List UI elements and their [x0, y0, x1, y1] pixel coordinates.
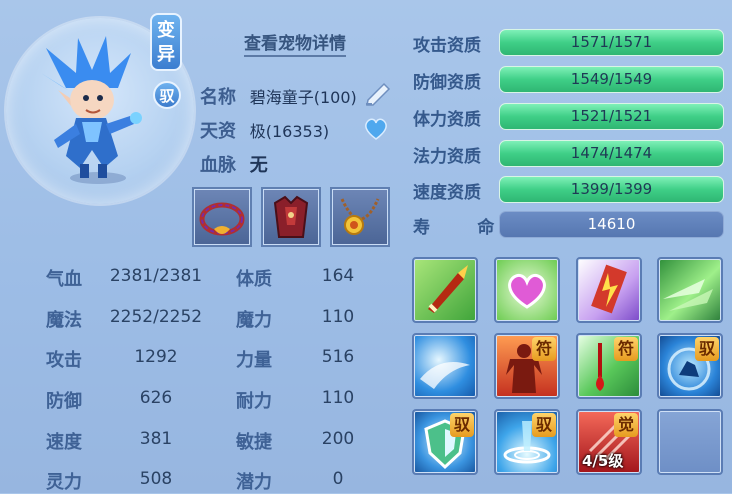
stat-value: 0 — [332, 469, 344, 489]
skill-slot-7[interactable]: 符 — [576, 333, 642, 399]
pet-detail-panel: 变 异 驭 查看宠物详情 名称 碧海童子(100) 天资 极(16353) 血脉… — [0, 0, 732, 493]
talent-label: 天资 — [200, 121, 236, 142]
skill-slot-4[interactable] — [657, 257, 723, 323]
aptitude-bar: 1474/1474 — [499, 140, 724, 167]
stat-value: 1292 — [134, 347, 178, 367]
ride-tag: 驭 — [153, 81, 181, 109]
pet-bloodline-row: 血脉 无 — [200, 151, 268, 177]
stat-value: 2381/2381 — [109, 266, 203, 286]
stat-label: 魔力 — [236, 310, 272, 331]
bloodline-label: 血脉 — [200, 155, 236, 176]
wind-burst-icon — [663, 279, 713, 311]
stat-label: 气血 — [46, 269, 82, 290]
aptitude-label: 法力资质 — [413, 147, 481, 167]
flame-sword-icon — [428, 265, 468, 313]
bloodline-value: 无 — [249, 155, 268, 176]
lifespan-label: 寿 命 — [413, 218, 495, 238]
aptitude-label: 速度资质 — [413, 183, 481, 203]
mutation-char-1: 变 — [157, 20, 175, 41]
armor-icon — [273, 195, 309, 238]
name-label: 名称 — [200, 87, 236, 108]
stat-value: 381 — [139, 429, 173, 449]
skill-slot-2[interactable] — [494, 257, 560, 323]
skill-slot-11[interactable]: 觉 4/5级 — [576, 409, 642, 475]
name-value: 碧海童子(100) — [249, 88, 357, 107]
favorite-heart-icon[interactable] — [363, 117, 389, 145]
stat-label: 攻击 — [46, 350, 82, 371]
stat-value: 110 — [321, 307, 355, 327]
pet-name-row: 名称 碧海童子(100) — [200, 83, 357, 109]
stat-value: 508 — [139, 469, 173, 489]
skill-badge-ride: 驭 — [695, 337, 719, 361]
skill-slot-empty[interactable] — [657, 409, 723, 475]
skill-badge-awaken: 觉 — [614, 413, 638, 437]
stat-value: 2252/2252 — [109, 307, 203, 327]
stat-label: 潜力 — [236, 472, 272, 493]
stat-value: 200 — [321, 429, 355, 449]
skill-slot-10[interactable]: 驭 — [494, 409, 560, 475]
stat-label: 敏捷 — [236, 432, 272, 453]
stat-label: 魔法 — [46, 310, 82, 331]
mutation-tag: 变 异 — [150, 13, 182, 71]
skill-slot-3[interactable] — [576, 257, 642, 323]
equip-slot-necklace[interactable] — [330, 187, 390, 247]
stat-value: 110 — [321, 388, 355, 408]
aptitude-bar: 1399/1399 — [499, 176, 724, 203]
rename-pencil-icon[interactable] — [362, 80, 394, 110]
skill-slot-1[interactable] — [412, 257, 478, 323]
pet-talent-row: 天资 极(16353) — [200, 117, 329, 143]
collar-icon — [199, 202, 245, 236]
aptitude-label: 防御资质 — [413, 73, 481, 93]
skill-level-text: 4/5级 — [582, 452, 624, 470]
stat-value: 626 — [139, 388, 173, 408]
skill-badge-talisman: 符 — [532, 337, 556, 361]
view-pet-detail-link[interactable]: 查看宠物详情 — [244, 29, 346, 57]
stat-label: 力量 — [236, 350, 272, 371]
stat-label: 速度 — [46, 432, 82, 453]
skill-slot-6[interactable]: 符 — [494, 333, 560, 399]
heart-skill-icon — [508, 273, 546, 309]
mutation-char-2: 异 — [157, 44, 175, 65]
aptitude-bar: 1549/1549 — [499, 66, 724, 93]
necklace-icon — [340, 198, 380, 235]
aptitude-label: 体力资质 — [413, 110, 481, 130]
stat-label: 灵力 — [46, 472, 82, 493]
skill-badge-ride-2: 驭 — [450, 413, 474, 437]
aptitude-bar: 1571/1571 — [499, 29, 724, 56]
talent-value: 极(16353) — [249, 122, 330, 141]
lightning-talisman-icon — [591, 264, 627, 314]
stat-value: 164 — [321, 266, 355, 286]
stat-label: 体质 — [236, 269, 272, 290]
skill-badge-talisman-2: 符 — [614, 337, 638, 361]
aptitude-bar: 1521/1521 — [499, 103, 724, 130]
skill-slot-5[interactable] — [412, 333, 478, 399]
aptitude-label: 攻击资质 — [413, 36, 481, 56]
stat-label: 耐力 — [236, 391, 272, 412]
stat-value: 516 — [321, 347, 355, 367]
equip-slot-armor[interactable] — [261, 187, 321, 247]
equip-slot-collar[interactable] — [192, 187, 252, 247]
stat-label: 防御 — [46, 391, 82, 412]
skill-badge-ride-3: 驭 — [532, 413, 556, 437]
water-wave-icon — [420, 362, 470, 389]
skill-slot-8[interactable]: 驭 — [657, 333, 723, 399]
lifespan-bar: 14610 — [499, 211, 724, 238]
skill-slot-9[interactable]: 驭 — [412, 409, 478, 475]
